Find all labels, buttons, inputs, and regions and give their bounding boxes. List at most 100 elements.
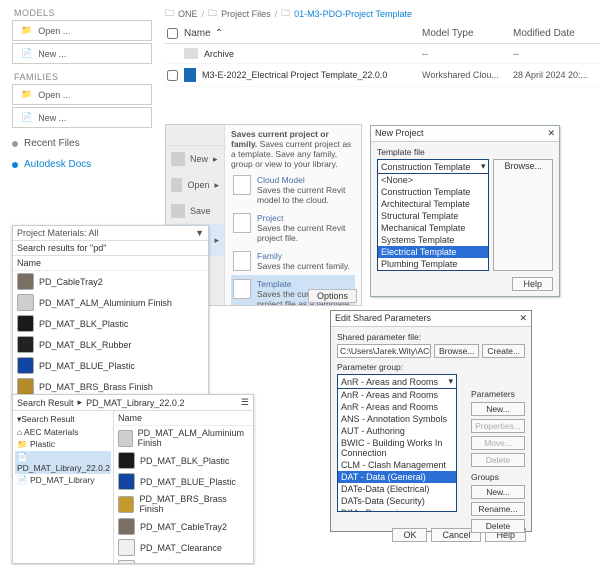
tree-item[interactable]: 📁 Plastic xyxy=(15,438,111,451)
folder-icon: 🗀 xyxy=(165,6,174,22)
material-row[interactable]: PD_MAT_BLUE_Plastic xyxy=(13,355,208,376)
param-group-option[interactable]: AnR - Areas and Rooms xyxy=(338,401,456,413)
autodesk-docs-link[interactable]: Autodesk Docs xyxy=(12,159,152,170)
browse-button[interactable]: Browse... xyxy=(493,159,553,271)
save-icon xyxy=(171,204,185,218)
close-icon[interactable]: ✕ xyxy=(519,313,527,324)
template-option[interactable]: Systems Template xyxy=(378,234,488,246)
template-option[interactable]: Plumbing Template xyxy=(378,258,488,270)
file-icon xyxy=(233,279,251,299)
param-move-button: Move... xyxy=(471,436,525,450)
families-new-button[interactable]: 📄 New ... xyxy=(12,107,152,128)
saveas-option[interactable]: Cloud ModelSaves the current Revit model… xyxy=(231,171,355,209)
material-row[interactable]: PD_MAT_BLK_Plastic xyxy=(13,313,208,334)
material-row[interactable]: PD_MAT_ALM_Aluminium Finish xyxy=(114,426,253,450)
file-icon xyxy=(233,175,251,195)
material-row[interactable]: PD_MAT_Clearance xyxy=(114,537,253,558)
folder-icon: 🗀 xyxy=(281,6,290,22)
param-new-button[interactable]: New... xyxy=(471,402,525,416)
param-group-option[interactable]: BWIC - Building Works In Connection xyxy=(338,437,456,459)
browse-button[interactable]: Browse... xyxy=(434,344,479,358)
library-crumb[interactable]: Search Result xyxy=(17,398,74,408)
template-option[interactable]: Mechanical Template xyxy=(378,222,488,234)
material-row[interactable]: PD_MAT_BRS_Brass Finish xyxy=(114,492,253,516)
material-row[interactable]: PD_MAT_BLK_Plastic xyxy=(114,450,253,471)
column-name[interactable]: Name xyxy=(114,411,253,426)
menu-icon[interactable]: ☰ xyxy=(241,397,249,408)
template-option[interactable]: Structural Template xyxy=(378,210,488,222)
column-model-type[interactable]: Model Type xyxy=(422,28,507,39)
ok-button[interactable]: OK xyxy=(392,528,427,542)
file-list-header: Name ⌃ Model Type Modified Date xyxy=(165,24,600,44)
library-crumb[interactable]: PD_MAT_Library_22.0.2 xyxy=(86,398,184,408)
column-modified[interactable]: Modified Date xyxy=(513,28,598,39)
template-combobox-list[interactable]: <None>Construction TemplateArchitectural… xyxy=(377,174,489,271)
material-swatch xyxy=(118,452,135,469)
material-swatch xyxy=(118,430,133,447)
panel-title: Project Materials: All xyxy=(17,228,99,238)
tree-item[interactable]: 📄 PD_MAT_Library xyxy=(15,474,111,487)
new-project-dialog: New Project ✕ Template file Construction… xyxy=(370,125,560,297)
search-results-label: Search results for "pd" xyxy=(13,241,208,256)
bullet-icon xyxy=(12,141,18,147)
bullet-icon xyxy=(12,162,18,168)
param-group-option[interactable]: CLM - Clash Management xyxy=(338,459,456,471)
param-group-option[interactable]: DATs-Data (Security) xyxy=(338,495,456,507)
library-tree[interactable]: ▾Search Result ⌂ AEC Materials 📁 Plastic… xyxy=(13,411,114,563)
file-row-rvt[interactable]: M3-E-2022_Electrical Project Template_22… xyxy=(165,64,600,87)
dialog-title: New Project xyxy=(375,128,424,139)
help-button[interactable]: Help xyxy=(512,277,553,291)
material-library-panel: Search Result ▸ PD_MAT_Library_22.0.2 ☰ … xyxy=(12,394,254,564)
tree-item[interactable]: 📄 PD_MAT_Library_22.0.2 xyxy=(15,451,111,474)
saveas-option[interactable]: FamilySaves the current family. xyxy=(231,247,355,275)
template-option[interactable]: Electrical Template xyxy=(378,246,488,258)
menu-open[interactable]: Open▸ xyxy=(166,172,224,198)
material-row[interactable]: PD_MAT_ALM_Aluminium Finish xyxy=(13,292,208,313)
param-group-option[interactable]: ANS - Annotation Symbols xyxy=(338,413,456,425)
create-button[interactable]: Create... xyxy=(482,344,525,358)
funnel-icon[interactable]: ▼ xyxy=(195,228,204,238)
material-row[interactable]: PD_CableTray2 xyxy=(13,271,208,292)
families-open-button[interactable]: 📁 Open ... xyxy=(12,84,152,105)
group-new-button[interactable]: New... xyxy=(471,485,525,499)
material-row[interactable]: PD_MAT_CableTray2 xyxy=(114,516,253,537)
parameters-section: Parameters xyxy=(471,389,525,399)
template-file-label: Template file xyxy=(377,147,553,157)
shared-param-file-field[interactable]: C:\Users\Jarek.Wity\ACCDocs\PD\ONE\I xyxy=(337,344,431,358)
sort-asc-icon: ⌃ xyxy=(215,28,223,39)
menu-new[interactable]: New▸ xyxy=(166,146,224,172)
row-checkbox[interactable] xyxy=(167,70,178,81)
param-group-option[interactable]: AnR - Areas and Rooms xyxy=(338,389,456,401)
material-row[interactable]: PD_MAT_BLUE_Plastic xyxy=(114,471,253,492)
recent-files-link[interactable]: Recent Files xyxy=(12,138,152,149)
material-row[interactable]: PD_MAT_BLK_Rubber xyxy=(13,334,208,355)
param-group-option[interactable]: AUT - Authoring xyxy=(338,425,456,437)
template-option[interactable]: Construction Template xyxy=(378,186,488,198)
group-rename-button[interactable]: Rename... xyxy=(471,502,525,516)
tree-item[interactable]: ⌂ AEC Materials xyxy=(15,426,111,438)
param-group-option[interactable]: DATe-Data (Electrical) xyxy=(338,483,456,495)
select-all-checkbox[interactable] xyxy=(167,28,178,39)
options-button[interactable]: Options xyxy=(308,289,357,303)
close-icon[interactable]: ✕ xyxy=(547,128,555,139)
folder-icon: 📁 xyxy=(21,25,32,36)
column-name[interactable]: Name xyxy=(13,256,208,271)
models-new-button[interactable]: 📄 New ... xyxy=(12,43,152,64)
template-combobox[interactable]: Construction Template ▾ xyxy=(377,159,489,174)
template-option[interactable]: Architectural Template xyxy=(378,198,488,210)
menu-save[interactable]: Save xyxy=(166,198,224,224)
column-name[interactable]: Name xyxy=(184,28,211,39)
template-option[interactable]: <None> xyxy=(378,174,488,186)
flyout-description: Saves current project or family. Saves c… xyxy=(231,129,355,169)
group-delete-button[interactable]: Delete xyxy=(471,519,525,533)
param-group-option[interactable]: DAT - Data (General) xyxy=(338,471,456,483)
param-group-list[interactable]: AnR - Areas and RoomsAnR - Areas and Roo… xyxy=(337,389,457,512)
param-group-combobox[interactable]: AnR - Areas and Rooms ▾ xyxy=(337,374,457,389)
breadcrumb[interactable]: 🗀 ONE/ 🗀 Project Files/ 🗀 01-M3-PDO-Proj… xyxy=(165,6,600,22)
param-group-option[interactable]: DIM - Dimensions (General) xyxy=(338,507,456,512)
file-row-folder[interactable]: Archive -- -- xyxy=(165,44,600,64)
material-row[interactable]: PD_MAT_CLR_Acrilic xyxy=(114,558,253,563)
models-open-button[interactable]: 📁 Open ... xyxy=(12,20,152,41)
groups-section: Groups xyxy=(471,472,525,482)
saveas-option[interactable]: ProjectSaves the current Revit project f… xyxy=(231,209,355,247)
